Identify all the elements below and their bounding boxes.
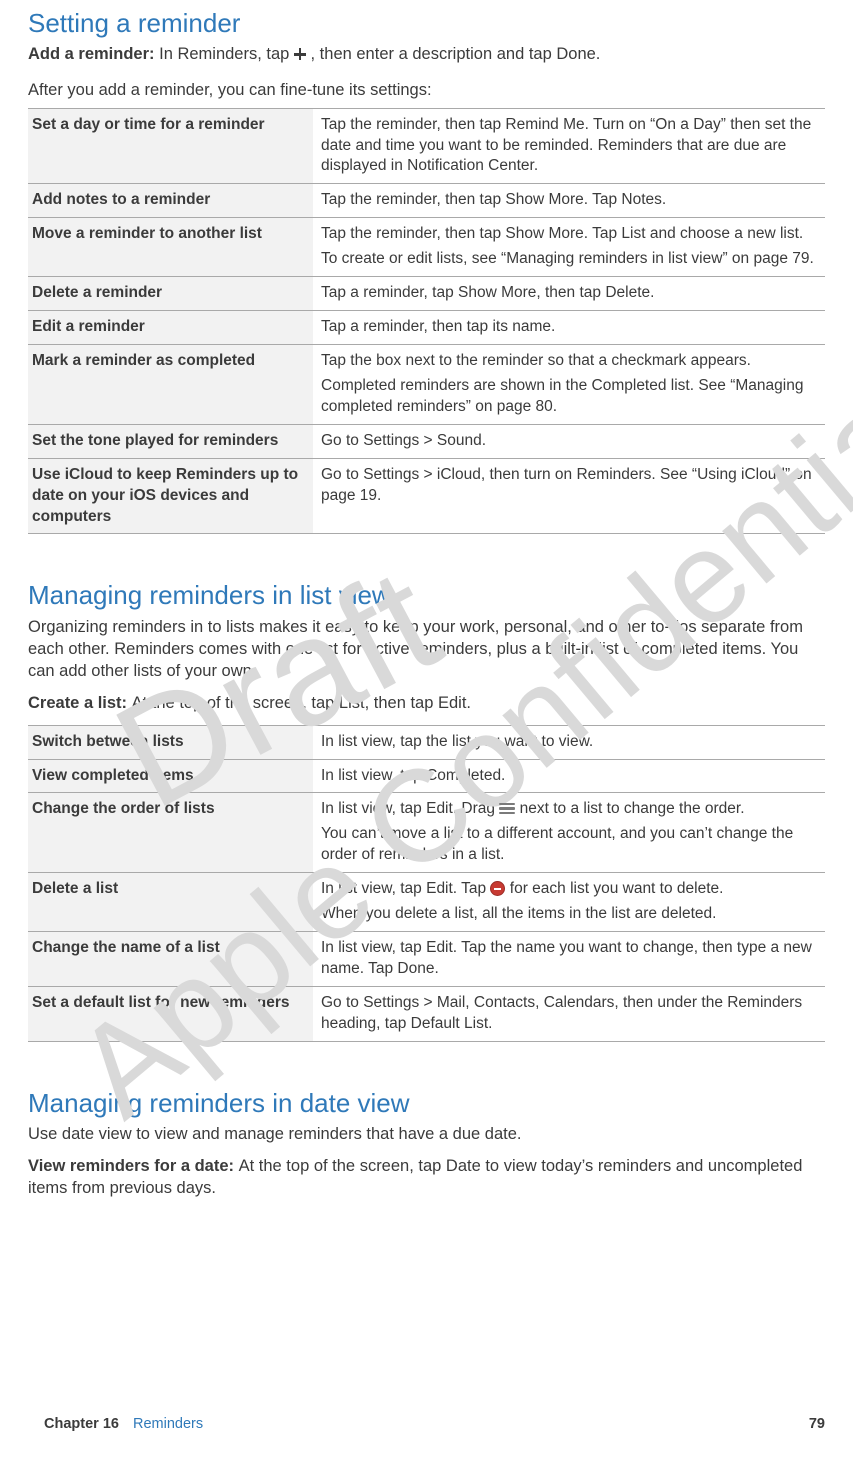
date-view-intro: Use date view to view and manage reminde… xyxy=(28,1123,825,1145)
row-desc-text: To create or edit lists, see “Managing r… xyxy=(321,249,815,270)
row-desc: In list view, tap Edit. Tap the name you… xyxy=(313,932,825,987)
row-desc-text-b: for each list you want to delete. xyxy=(510,880,724,897)
row-desc: Tap the reminder, then tap Show More. Ta… xyxy=(313,184,825,218)
table-row: Edit a reminder Tap a reminder, then tap… xyxy=(28,311,825,345)
row-label: Add notes to a reminder xyxy=(28,184,313,218)
row-label: Use iCloud to keep Reminders up to date … xyxy=(28,458,313,534)
row-label: Set a day or time for a reminder xyxy=(28,108,313,184)
table-row: View completed items In list view, tap C… xyxy=(28,759,825,793)
row-label: View completed items xyxy=(28,759,313,793)
row-desc: Tap a reminder, tap Show More, then tap … xyxy=(313,277,825,311)
table-row: Add notes to a reminder Tap the reminder… xyxy=(28,184,825,218)
row-desc-text: Go to Settings > Sound. xyxy=(321,431,815,452)
row-label: Change the order of lists xyxy=(28,793,313,873)
table-row: Set a default list for new reminders Go … xyxy=(28,986,825,1041)
table-row: Switch between lists In list view, tap t… xyxy=(28,725,825,759)
table-row: Delete a list In list view, tap Edit. Ta… xyxy=(28,873,825,932)
row-desc-text: Tap the reminder, then tap Remind Me. Tu… xyxy=(321,115,815,178)
delete-circle-icon xyxy=(490,881,505,896)
add-a-reminder-line: Add a reminder: In Reminders, tap , then… xyxy=(28,43,825,65)
row-label: Switch between lists xyxy=(28,725,313,759)
row-desc: Tap the reminder, then tap Show More. Ta… xyxy=(313,218,825,277)
row-label: Move a reminder to another list xyxy=(28,218,313,277)
row-label: Delete a reminder xyxy=(28,277,313,311)
row-desc-text: Go to Settings > Mail, Contacts, Calenda… xyxy=(321,993,815,1035)
create-a-list-text: At the top of the screen, tap List, then… xyxy=(132,694,471,712)
row-desc: In list view, tap Completed. xyxy=(313,759,825,793)
row-desc: In list view, tap Edit. Drag next to a l… xyxy=(313,793,825,873)
settings-table-1: Set a day or time for a reminder Tap the… xyxy=(28,108,825,535)
row-desc-text-a: In list view, tap Edit. Drag xyxy=(321,800,499,817)
row-desc-text: In list view, tap Edit. Tap for each lis… xyxy=(321,879,815,900)
row-desc: Go to Settings > Mail, Contacts, Calenda… xyxy=(313,986,825,1041)
add-a-reminder-text-a: In Reminders, tap xyxy=(159,45,294,63)
drag-handle-icon xyxy=(499,801,515,817)
row-label: Delete a list xyxy=(28,873,313,932)
table-row: Set a day or time for a reminder Tap the… xyxy=(28,108,825,184)
table-row: Change the name of a list In list view, … xyxy=(28,932,825,987)
view-for-date-label: View reminders for a date: xyxy=(28,1157,239,1175)
heading-setting-a-reminder: Setting a reminder xyxy=(28,6,825,41)
row-desc: In list view, tap Edit. Tap for each lis… xyxy=(313,873,825,932)
row-desc: Go to Settings > iCloud, then turn on Re… xyxy=(313,458,825,534)
table-row: Change the order of lists In list view, … xyxy=(28,793,825,873)
row-desc-text: Tap a reminder, then tap its name. xyxy=(321,317,815,338)
row-desc: Tap a reminder, then tap its name. xyxy=(313,311,825,345)
heading-list-view: Managing reminders in list view xyxy=(28,578,825,613)
row-label: Mark a reminder as completed xyxy=(28,345,313,425)
list-view-intro: Organizing reminders in to lists makes i… xyxy=(28,616,825,683)
table-row: Delete a reminder Tap a reminder, tap Sh… xyxy=(28,277,825,311)
row-label: Change the name of a list xyxy=(28,932,313,987)
table-row: Set the tone played for reminders Go to … xyxy=(28,424,825,458)
create-a-list-line: Create a list: At the top of the screen,… xyxy=(28,692,825,714)
table-row: Mark a reminder as completed Tap the box… xyxy=(28,345,825,425)
footer-chapter: Chapter 16 xyxy=(44,1416,119,1432)
page-footer: Chapter 16 Reminders 79 xyxy=(44,1415,825,1435)
table-row: Use iCloud to keep Reminders up to date … xyxy=(28,458,825,534)
row-desc-text: Tap the reminder, then tap Show More. Ta… xyxy=(321,224,815,245)
row-desc-text-b: next to a list to change the order. xyxy=(520,800,745,817)
settings-table-2: Switch between lists In list view, tap t… xyxy=(28,725,825,1042)
row-label: Set a default list for new reminders xyxy=(28,986,313,1041)
row-desc: Tap the box next to the reminder so that… xyxy=(313,345,825,425)
row-desc: Tap the reminder, then tap Remind Me. Tu… xyxy=(313,108,825,184)
row-desc-text: Tap a reminder, tap Show More, then tap … xyxy=(321,283,815,304)
row-desc-text: Tap the box next to the reminder so that… xyxy=(321,351,815,372)
page-content: Setting a reminder Add a reminder: In Re… xyxy=(0,6,853,1200)
add-a-reminder-label: Add a reminder: xyxy=(28,45,159,63)
table-row: Move a reminder to another list Tap the … xyxy=(28,218,825,277)
row-desc-text: When you delete a list, all the items in… xyxy=(321,904,815,925)
row-desc: In list view, tap the list you want to v… xyxy=(313,725,825,759)
add-a-reminder-text-b: , then enter a description and tap Done. xyxy=(311,45,601,63)
row-desc-text: Go to Settings > iCloud, then turn on Re… xyxy=(321,465,815,507)
view-for-date-line: View reminders for a date: At the top of… xyxy=(28,1155,825,1200)
footer-title: Reminders xyxy=(133,1416,203,1432)
row-label: Set the tone played for reminders xyxy=(28,424,313,458)
row-desc: Go to Settings > Sound. xyxy=(313,424,825,458)
row-desc-text-a: In list view, tap Edit. Tap xyxy=(321,880,490,897)
create-a-list-label: Create a list: xyxy=(28,694,132,712)
after-add-text: After you add a reminder, you can fine-t… xyxy=(28,79,825,101)
row-desc-text: In list view, tap Completed. xyxy=(321,766,815,787)
plus-icon xyxy=(294,48,306,60)
heading-date-view: Managing reminders in date view xyxy=(28,1086,825,1121)
row-label: Edit a reminder xyxy=(28,311,313,345)
row-desc-text: In list view, tap the list you want to v… xyxy=(321,732,815,753)
row-desc-text: Completed reminders are shown in the Com… xyxy=(321,376,815,418)
row-desc-text: You can’t move a list to a different acc… xyxy=(321,824,815,866)
row-desc-text: In list view, tap Edit. Tap the name you… xyxy=(321,938,815,980)
row-desc-text: Tap the reminder, then tap Show More. Ta… xyxy=(321,190,815,211)
row-desc-text: In list view, tap Edit. Drag next to a l… xyxy=(321,799,815,820)
footer-page-number: 79 xyxy=(809,1415,825,1435)
